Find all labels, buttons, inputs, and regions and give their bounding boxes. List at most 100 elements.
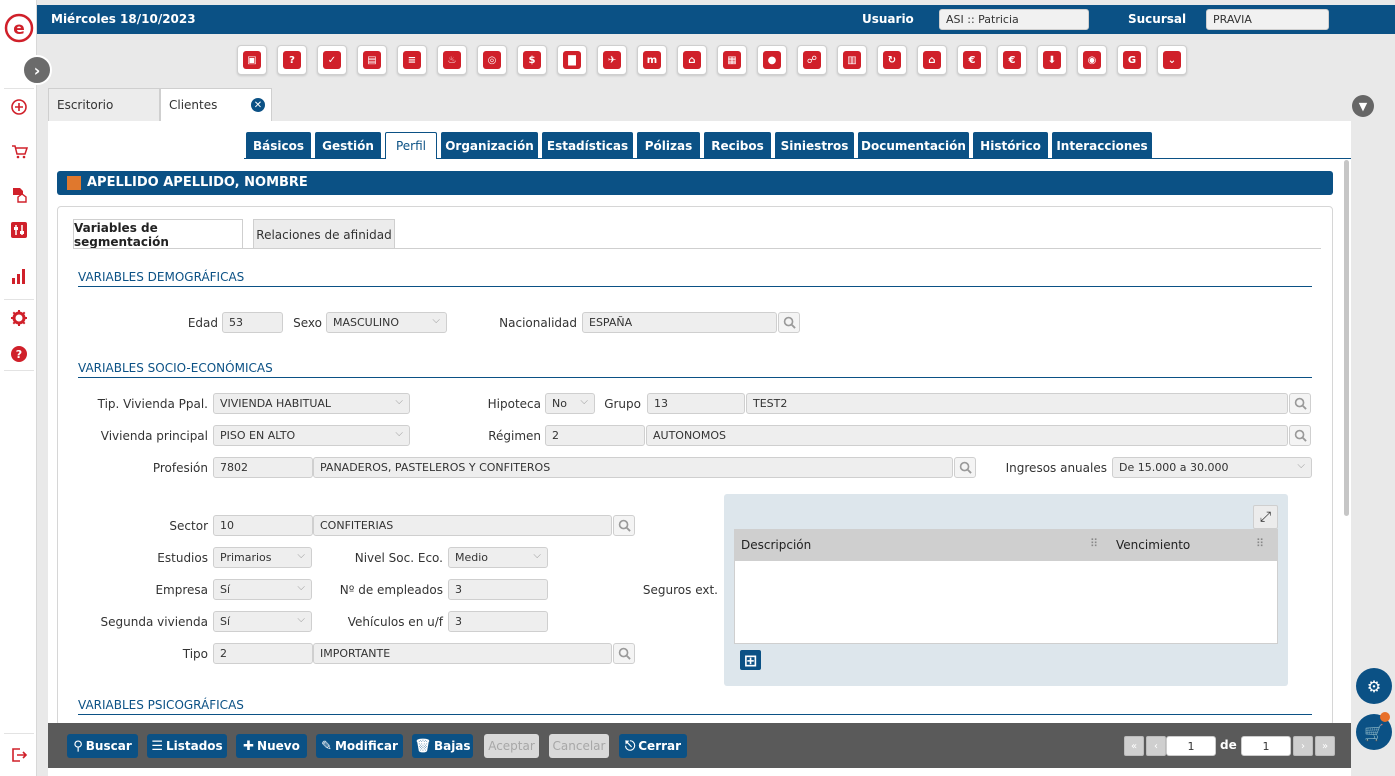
tab-historico[interactable]: Histórico (973, 132, 1048, 159)
user-check-icon[interactable]: ✓ (317, 45, 347, 75)
shield-down-icon[interactable]: ⬇ (1037, 45, 1067, 75)
search-icon[interactable] (954, 457, 976, 478)
app-logo[interactable]: e (4, 10, 34, 44)
nuevo-button[interactable]: ✚ Nuevo (236, 734, 307, 758)
segunda-vivienda-select[interactable]: Sí ⌵ (213, 611, 312, 632)
modificar-button[interactable]: ✎ Modificar (316, 734, 403, 758)
collapse-chevron-icon[interactable]: ▼ (1352, 95, 1374, 117)
person-icon[interactable]: ● (757, 45, 787, 75)
sector-desc-field[interactable]: CONFITERIAS (313, 515, 612, 536)
last-page-icon[interactable]: » (1315, 736, 1335, 756)
empresa-select[interactable]: Sí ⌵ (213, 579, 312, 600)
grip-icon[interactable]: ⠿ (1256, 537, 1264, 550)
tab-organizacion[interactable]: Organización (441, 132, 538, 159)
column-vencimiento[interactable]: Vencimiento (1116, 538, 1190, 552)
flame-icon[interactable]: ♨ (437, 45, 467, 75)
settings-cogs-icon[interactable]: ⚙ (1356, 668, 1392, 704)
gear-icon[interactable] (8, 307, 30, 329)
expand-menu-button[interactable]: › (22, 55, 52, 85)
grupo-code-field[interactable]: 13 (647, 393, 745, 414)
tab-escritorio[interactable]: Escritorio (48, 88, 160, 121)
chart-m-icon[interactable]: m (637, 45, 667, 75)
euro-house-icon[interactable]: € (997, 45, 1027, 75)
listados-button[interactable]: ☰ Listados (147, 734, 227, 758)
group-icon[interactable]: ☍ (797, 45, 827, 75)
regimen-code-field[interactable]: 2 (545, 425, 645, 446)
search-icon[interactable] (613, 515, 635, 536)
cube-icon[interactable]: ▣ (237, 45, 267, 75)
search-icon[interactable] (1289, 393, 1311, 414)
tab-perfil[interactable]: Perfil (385, 132, 437, 159)
document-house-icon[interactable] (8, 184, 30, 206)
building-icon[interactable]: ▦ (717, 45, 747, 75)
list-icon[interactable]: ≡ (397, 45, 427, 75)
bajas-button[interactable]: 🗑 Bajas (412, 734, 473, 758)
subtab-variables-segmentacion[interactable]: Variables de segmentación (73, 219, 243, 249)
tab-siniestros[interactable]: Siniestros (775, 132, 854, 159)
search-icon[interactable] (613, 643, 635, 664)
branch-field[interactable]: PRAVIA (1206, 9, 1329, 30)
cart-icon[interactable] (8, 141, 30, 163)
add-row-icon[interactable]: ⊞ (740, 650, 761, 670)
estudios-select[interactable]: Primarios ⌵ (213, 547, 312, 568)
ingresos-select[interactable]: De 15.000 a 30.000 ⌵ (1112, 457, 1312, 478)
empleados-field[interactable]: 3 (448, 579, 548, 600)
plus-circle-icon[interactable] (8, 96, 30, 118)
tipo-code-field[interactable]: 2 (213, 643, 313, 664)
close-tab-icon[interactable]: ✕ (251, 98, 265, 112)
vivienda-principal-select[interactable]: PISO EN ALTO ⌵ (213, 425, 410, 446)
money-icon[interactable]: $ (517, 45, 547, 75)
profesion-code-field[interactable]: 7802 (213, 457, 313, 478)
subtab-relaciones-afinidad[interactable]: Relaciones de afinidad (253, 219, 395, 249)
sexo-select[interactable]: MASCULINO ⌵ (326, 312, 447, 333)
help-icon[interactable]: ? (8, 343, 30, 365)
cycle-icon[interactable]: ↻ (877, 45, 907, 75)
profesion-desc-field[interactable]: PANADEROS, PASTELEROS Y CONFITEROS (313, 457, 953, 478)
briefcase-icon[interactable]: ▇ (557, 45, 587, 75)
bar-chart-icon[interactable] (8, 265, 30, 287)
sector-code-field[interactable]: 10 (213, 515, 313, 536)
sliders-icon[interactable] (8, 219, 30, 241)
cerrar-button[interactable]: ⎋ Cerrar (619, 734, 687, 758)
chevron-down-icon[interactable]: ⌄ (1157, 45, 1187, 75)
column-descripcion[interactable]: Descripción (741, 538, 811, 552)
tab-estadisticas[interactable]: Estadísticas (542, 132, 633, 159)
tip-vivienda-select[interactable]: VIVIENDA HABITUAL ⌵ (213, 393, 410, 414)
tipo-desc-field[interactable]: IMPORTANTE (313, 643, 612, 664)
vertical-scrollbar[interactable] (1344, 160, 1349, 516)
grip-icon[interactable]: ⠿ (1090, 537, 1098, 550)
tab-recibos[interactable]: Recibos (704, 132, 771, 159)
nivel-soc-eco-select[interactable]: Medio ⌵ (448, 547, 548, 568)
g-logo-icon[interactable]: G (1117, 45, 1147, 75)
tab-clientes[interactable]: Clientes ✕ (160, 88, 272, 121)
document-icon[interactable]: ▤ (357, 45, 387, 75)
first-page-icon[interactable]: « (1124, 736, 1144, 756)
bag-icon[interactable]: ✈ (597, 45, 627, 75)
cancelar-button[interactable]: Cancelar (549, 734, 609, 758)
next-page-icon[interactable]: › (1293, 736, 1313, 756)
page-input[interactable]: 1 (1166, 736, 1216, 756)
search-icon[interactable] (1289, 425, 1311, 446)
edad-field[interactable]: 53 (222, 312, 283, 333)
nacionalidad-field[interactable]: ESPAÑA (582, 312, 777, 333)
tab-basicos[interactable]: Básicos (246, 132, 311, 159)
regimen-desc-field[interactable]: AUTONOMOS (646, 425, 1288, 446)
hipoteca-select[interactable]: No ⌵ (545, 393, 595, 414)
grupo-desc-field[interactable]: TEST2 (746, 393, 1288, 414)
tab-polizas[interactable]: Pólizas (637, 132, 700, 159)
tab-interacciones[interactable]: Interacciones (1052, 132, 1152, 159)
house-icon[interactable]: ⌂ (677, 45, 707, 75)
vehiculos-field[interactable]: 3 (448, 611, 548, 632)
eye-icon[interactable]: ◉ (1077, 45, 1107, 75)
expand-icon[interactable]: ⤢ (1253, 505, 1278, 529)
euro-icon[interactable]: € (957, 45, 987, 75)
user-home-icon[interactable]: ⌂ (917, 45, 947, 75)
buildings-icon[interactable]: ▥ (837, 45, 867, 75)
prev-page-icon[interactable]: ‹ (1146, 736, 1166, 756)
logout-icon[interactable] (8, 744, 30, 766)
search-icon[interactable] (778, 312, 800, 333)
target-icon[interactable]: ◎ (477, 45, 507, 75)
buscar-button[interactable]: ⚲ Buscar (67, 734, 138, 758)
aceptar-button[interactable]: Aceptar (484, 734, 539, 758)
tab-documentacion[interactable]: Documentación (858, 132, 969, 159)
